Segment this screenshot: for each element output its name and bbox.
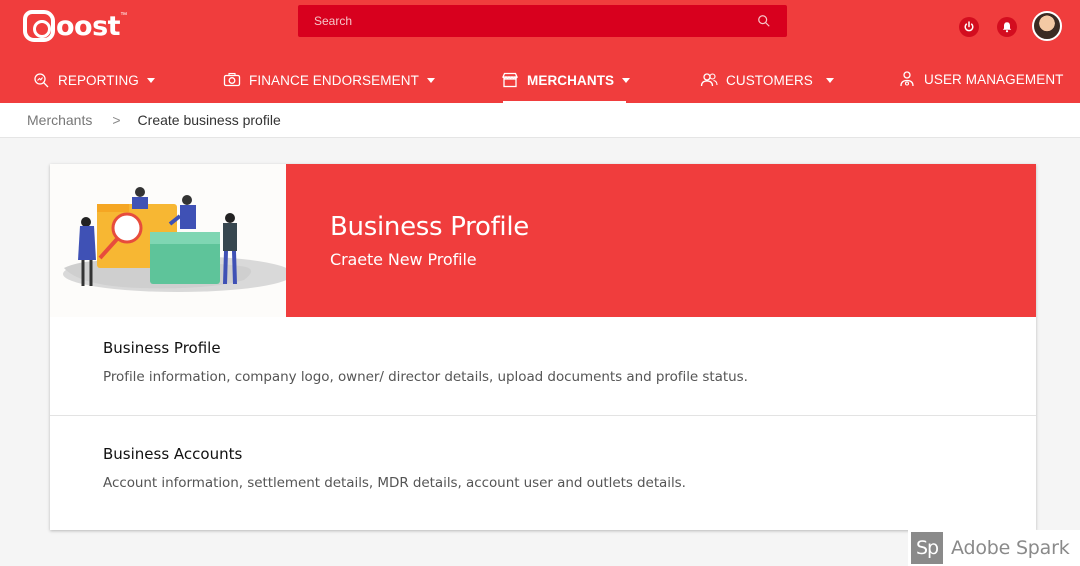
main-nav: REPORTING FINANCE ENDORSEMENT MERCHANTS	[0, 58, 1080, 103]
business-accounts-section[interactable]: Business Accounts Account information, s…	[50, 417, 1036, 530]
nav-item-reporting[interactable]: REPORTING	[32, 70, 155, 90]
store-icon	[502, 72, 518, 88]
user-gear-icon	[900, 71, 914, 87]
power-icon	[964, 21, 974, 32]
camera-icon	[223, 72, 241, 87]
business-profile-section[interactable]: Business Profile Profile information, co…	[50, 317, 1036, 416]
breadcrumb: Merchants > Create business profile	[0, 103, 1080, 138]
chevron-down-icon	[426, 77, 435, 83]
nav-label-user-management: USER MANAGEMENT	[924, 71, 1064, 87]
search-icon[interactable]	[757, 14, 771, 28]
hero-banner: Business Profile Craete New Profile	[286, 164, 1036, 317]
chevron-down-icon	[146, 77, 155, 83]
hero-illustration	[50, 164, 286, 317]
chevron-down-icon	[825, 77, 834, 83]
top-header: oost ™ REPORTING	[0, 0, 1080, 103]
logo-trademark: ™	[120, 12, 128, 19]
reporting-icon	[34, 73, 49, 88]
nav-item-customers[interactable]: CUSTOMERS	[700, 70, 834, 90]
adobe-spark-logo: Sp	[911, 532, 943, 564]
nav-label-customers: CUSTOMERS	[726, 72, 813, 88]
nav-item-merchants[interactable]: MERCHANTS	[501, 70, 631, 90]
section-title: Business Accounts	[103, 445, 243, 463]
power-button[interactable]	[959, 17, 979, 37]
nav-item-user-management[interactable]: USER MANAGEMENT	[898, 69, 1064, 89]
boost-logo[interactable]: oost ™	[23, 9, 127, 43]
chevron-down-icon	[622, 77, 631, 83]
search-input[interactable]	[314, 14, 757, 28]
section-description: Profile information, company logo, owner…	[103, 369, 748, 385]
business-profile-card: Business Profile Craete New Profile Busi…	[50, 164, 1036, 530]
section-title: Business Profile	[103, 339, 221, 357]
nav-item-finance-endorsement[interactable]: FINANCE ENDORSEMENT	[223, 70, 435, 90]
watermark-text: Adobe Spark	[951, 537, 1070, 559]
breadcrumb-merchants-link[interactable]: Merchants	[27, 112, 92, 128]
adobe-spark-watermark: Sp Adobe Spark	[908, 530, 1080, 566]
notifications-button[interactable]	[997, 17, 1017, 37]
section-description: Account information, settlement details,…	[103, 475, 686, 491]
logo-b-mark	[23, 10, 55, 42]
users-icon	[700, 73, 718, 87]
hero-illustration-image	[63, 187, 286, 292]
bell-icon	[1002, 22, 1012, 33]
nav-label-reporting: REPORTING	[58, 72, 139, 88]
hero-subtitle: Craete New Profile	[330, 250, 477, 269]
avatar[interactable]	[1032, 11, 1062, 41]
search-bar	[298, 5, 787, 37]
logo-text: oost	[56, 10, 121, 42]
nav-label-merchants: MERCHANTS	[527, 72, 615, 88]
breadcrumb-current: Create business profile	[137, 112, 281, 128]
chevron-right-icon: >	[112, 112, 121, 128]
nav-label-finance-endorsement: FINANCE ENDORSEMENT	[249, 72, 419, 88]
hero-title: Business Profile	[330, 212, 529, 242]
